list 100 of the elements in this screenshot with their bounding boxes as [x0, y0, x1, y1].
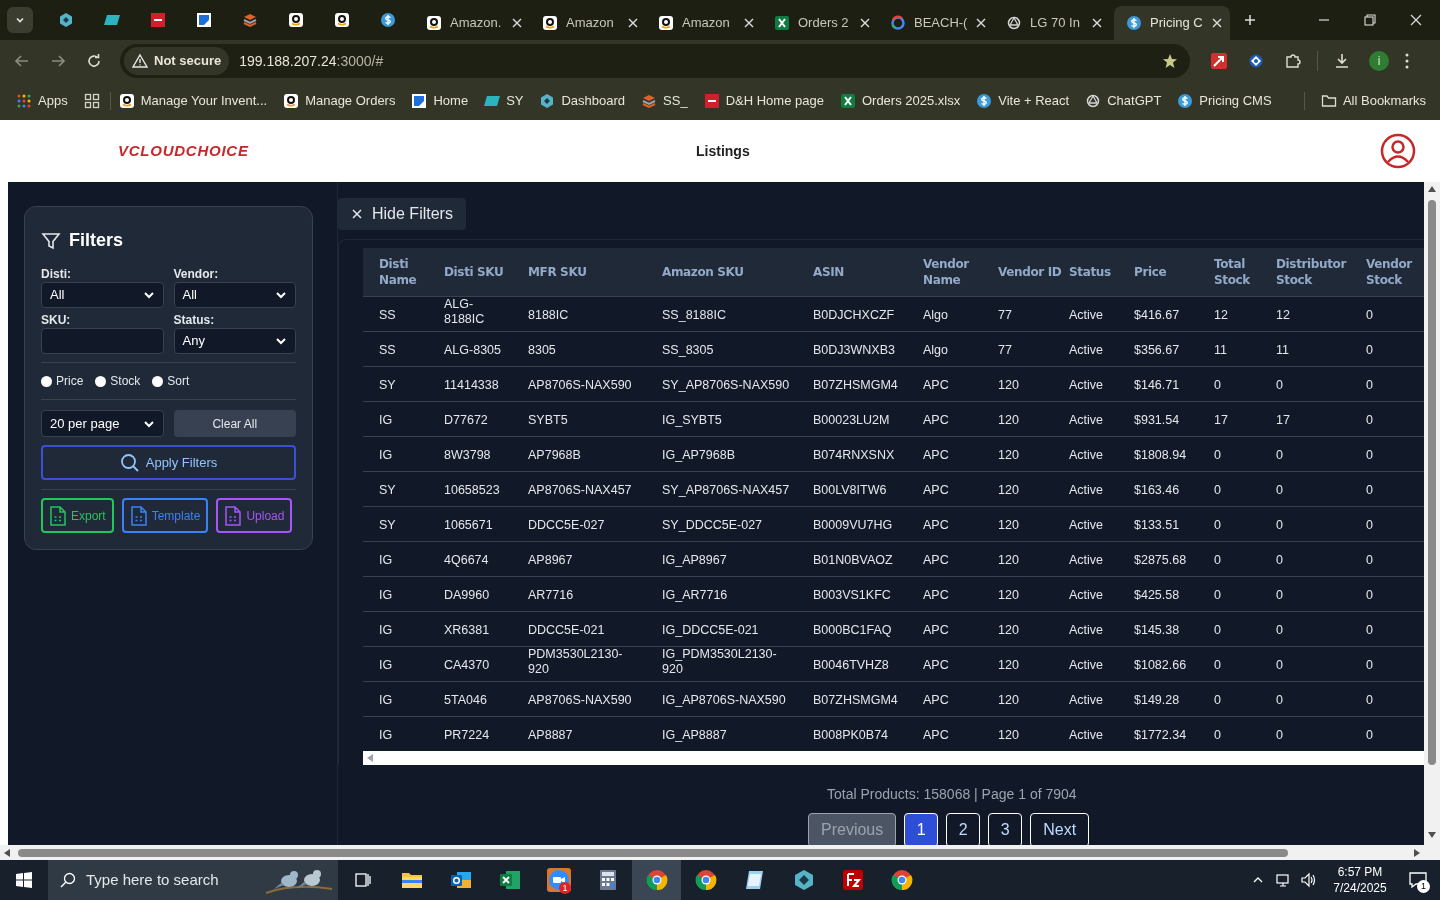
bookmark-item[interactable]: [83, 93, 100, 109]
download-icon[interactable]: [1334, 53, 1350, 69]
table-cell: 0: [1366, 307, 1373, 323]
puzzle-icon[interactable]: [1285, 53, 1301, 69]
bookmark-item[interactable]: Manage Orders: [283, 91, 396, 111]
close-icon[interactable]: [744, 18, 754, 28]
table-cell: 120: [998, 517, 1019, 533]
table-cell: AP8706S-NAX590: [528, 692, 632, 708]
table-cell: $356.67: [1134, 342, 1180, 358]
table-cell: 0: [1366, 622, 1373, 638]
browser-tab[interactable]: Amazon: [530, 6, 646, 40]
reload-icon[interactable]: [86, 53, 102, 69]
radio-button[interactable]: [152, 375, 164, 387]
input-field[interactable]: [41, 328, 164, 354]
table-cell: Active: [1069, 517, 1104, 533]
radio-option[interactable]: Stock: [95, 372, 141, 390]
table-cell: SY_AP8706S-NAX590: [662, 377, 790, 393]
table-cell: 0: [1214, 692, 1221, 708]
scroll-down-icon[interactable]: [1428, 832, 1436, 838]
table-cell: CA4370: [444, 657, 490, 673]
scroll-up-icon[interactable]: [1428, 186, 1436, 192]
bookmark-item[interactable]: Vite + React: [976, 91, 1070, 111]
action-button[interactable]: Template: [121, 498, 209, 533]
browser-tab[interactable]: BEACH-(: [878, 6, 994, 40]
notification-count: 1: [1417, 880, 1430, 893]
table-cell-text: IG_PDM3530L2130-920: [662, 647, 778, 677]
close-icon[interactable]: [1410, 14, 1422, 26]
apply-filters-button[interactable]: Apply Filters: [41, 445, 296, 480]
close-icon[interactable]: [976, 18, 986, 28]
bookmark-item[interactable]: Apps: [16, 91, 68, 111]
notifications-button[interactable]: 1: [1396, 860, 1440, 900]
bookmark-item[interactable]: Dashboard: [539, 91, 626, 111]
profile-avatar[interactable]: i: [1369, 51, 1389, 71]
bookmark-item[interactable]: Orders 2025.xlsx: [839, 91, 961, 111]
shield-extension-icon[interactable]: [1248, 53, 1264, 69]
bookmark-folder[interactable]: All Bookmarks: [1320, 91, 1426, 111]
browser-tab[interactable]: Orders 2: [762, 6, 878, 40]
network-icon[interactable]: [1276, 872, 1292, 888]
action-button[interactable]: Export: [41, 498, 114, 533]
arrow-extension-icon[interactable]: [1211, 53, 1227, 69]
radio-button[interactable]: [41, 375, 52, 387]
back-icon[interactable]: [14, 53, 30, 69]
horizontal-scrollbar[interactable]: [363, 751, 1425, 765]
table-cell: 11: [1276, 342, 1289, 358]
close-icon[interactable]: [512, 18, 522, 28]
spreadsheet-icon: [839, 93, 856, 109]
table-cell: ALG-8305: [444, 342, 501, 358]
chevron-down-icon: [142, 289, 155, 301]
forward-icon[interactable]: [50, 53, 66, 69]
scrollbar-thumb[interactable]: [1428, 200, 1436, 765]
bookmark-item[interactable]: Manage Your Invent...: [118, 91, 268, 111]
taskbar-search-field[interactable]: Type here to search: [48, 860, 338, 900]
close-icon[interactable]: [1212, 18, 1222, 28]
browser-tab[interactable]: Pricing C: [1114, 6, 1230, 40]
per-page-select[interactable]: 20 per page: [41, 410, 164, 437]
radio-button[interactable]: [95, 375, 107, 387]
select-field[interactable]: Any: [173, 328, 296, 354]
taskbar-app[interactable]: 1: [534, 860, 583, 900]
document-icon: [224, 505, 243, 526]
radio-option[interactable]: Sort: [152, 372, 190, 390]
column-header: Total Stock: [1214, 248, 1276, 296]
table-cell: APC: [923, 412, 949, 428]
radio-option[interactable]: Price: [41, 372, 84, 390]
restore-icon[interactable]: [1364, 14, 1376, 26]
bookmark-item[interactable]: SS_: [641, 91, 688, 111]
close-icon[interactable]: [1092, 18, 1102, 28]
scroll-left-icon[interactable]: [4, 848, 10, 857]
bookmark-item[interactable]: D&H Home page: [703, 91, 824, 111]
clear-all-button[interactable]: Clear All: [173, 410, 296, 437]
browser-tab[interactable]: Amazon.: [414, 6, 530, 40]
user-avatar-icon[interactable]: [1380, 133, 1416, 169]
hide-filters-button[interactable]: Hide Filters: [338, 198, 466, 230]
scroll-right-icon[interactable]: [1414, 848, 1420, 857]
more-icon[interactable]: [1405, 53, 1409, 69]
smile-logo-icon: [658, 15, 674, 31]
select-field[interactable]: All: [173, 282, 296, 308]
page-button[interactable]: 1: [904, 813, 939, 847]
scrollbar-thumb[interactable]: [18, 848, 1288, 857]
action-button[interactable]: Upload: [216, 498, 293, 533]
address-bar[interactable]: Not secure 199.188.207.24:3000/#: [120, 44, 1190, 78]
table-cell: Active: [1069, 447, 1104, 463]
table-cell: B000BC1FAQ: [813, 622, 892, 638]
close-icon[interactable]: [860, 18, 870, 28]
star-icon[interactable]: [1162, 53, 1178, 69]
new-tab-icon[interactable]: [1244, 14, 1256, 26]
close-icon[interactable]: [628, 18, 638, 28]
stack-icon: [242, 12, 258, 28]
select-field[interactable]: All: [41, 282, 164, 308]
security-chip[interactable]: Not secure: [124, 47, 230, 75]
speaker-icon[interactable]: [1300, 872, 1316, 888]
bookmark-item[interactable]: ChatGPT: [1085, 91, 1162, 111]
browser-tab[interactable]: Amazon: [646, 6, 762, 40]
table-cell: B00023LU2M: [813, 412, 890, 428]
table-cell: B0009VU7HG: [813, 517, 893, 533]
bookmark-item[interactable]: SY: [484, 91, 524, 111]
brand-logo[interactable]: VCLOUDCHOICE: [118, 139, 258, 163]
bookmark-item[interactable]: Home: [411, 91, 469, 111]
bookmark-item[interactable]: Pricing CMS: [1177, 91, 1272, 111]
tab-list-button[interactable]: [7, 7, 33, 33]
browser-tab[interactable]: LG 70 In: [994, 6, 1110, 40]
